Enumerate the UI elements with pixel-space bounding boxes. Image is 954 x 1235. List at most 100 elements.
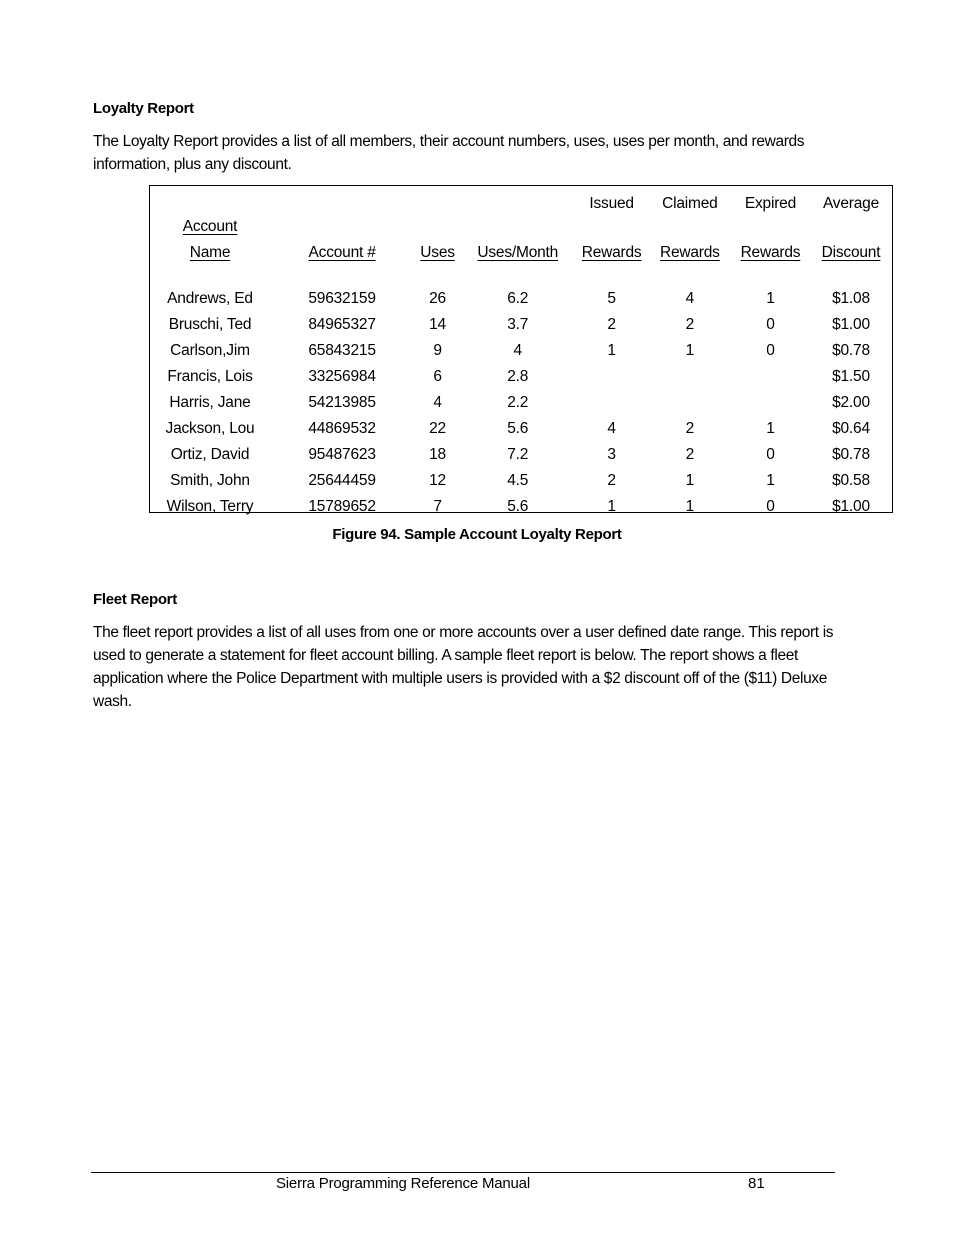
fleet-report-heading: Fleet Report [93, 591, 177, 608]
cell-uses: 14 [429, 316, 446, 333]
cell-claimed-rewards: 1 [685, 498, 695, 515]
cell-average-discount: $0.58 [832, 472, 870, 489]
footer-divider [91, 1172, 835, 1173]
header-issued-bottom: Rewards [581, 244, 642, 261]
cell-account-number: 84965327 [308, 316, 376, 333]
footer-page-number: 81 [748, 1175, 765, 1192]
cell-issued-rewards: 1 [607, 342, 616, 359]
fleet-report-description: The fleet report provides a list of all … [93, 624, 834, 710]
cell-uses: 26 [429, 290, 446, 307]
cell-claimed-rewards: 4 [685, 290, 695, 307]
header-expired-top: Expired [744, 195, 797, 212]
header-name-line1: Account [182, 218, 238, 235]
cell-account-name: Carlson,Jim [170, 342, 250, 359]
cell-expired-rewards: 1 [766, 290, 775, 307]
cell-account-number: 59632159 [308, 290, 376, 307]
cell-account-number: 95487623 [308, 446, 376, 463]
header-uses: Uses [420, 244, 455, 261]
cell-account-name: Wilson, Terry [166, 498, 254, 515]
cell-expired-rewards: 1 [766, 472, 775, 489]
header-claimed-bottom: Rewards [659, 244, 720, 261]
cell-account-name: Jackson, Lou [165, 420, 255, 437]
cell-uses: 4 [433, 394, 442, 411]
cell-account-name: Andrews, Ed [167, 290, 253, 307]
cell-claimed-rewards [649, 390, 731, 416]
cell-uses-per-month: 7.2 [507, 446, 529, 463]
table-row: Francis, Lois 33256984 6 2.8 $1.50 [150, 364, 892, 390]
cell-expired-rewards: 0 [766, 316, 775, 333]
header-row-bottom: Name Account # Uses Uses/Month Rewards R… [150, 236, 892, 262]
cell-issued-rewards [574, 390, 648, 416]
cell-claimed-rewards: 2 [685, 446, 695, 463]
cell-uses-per-month: 4 [513, 342, 523, 359]
cell-average-discount: $1.08 [832, 290, 870, 307]
loyalty-report-figure: Issued Claimed Expired Average Account N… [149, 185, 893, 515]
cell-uses: 7 [433, 498, 442, 515]
cell-expired-rewards: 0 [766, 498, 775, 515]
cell-issued-rewards: 2 [607, 472, 616, 489]
cell-uses-per-month: 5.6 [507, 420, 529, 437]
table-row: Ortiz, David 95487623 18 7.2 3 2 0 $0.78 [150, 442, 892, 468]
table-row: Harris, Jane 54213985 4 2.2 $2.00 [150, 390, 892, 416]
cell-uses: 18 [429, 446, 446, 463]
cell-account-name: Bruschi, Ted [168, 316, 252, 333]
table-row: Wilson, Terry 15789652 7 5.6 1 1 0 $1.00 [150, 494, 892, 520]
cell-expired-rewards [731, 390, 810, 416]
cell-expired-rewards: 0 [766, 446, 775, 463]
cell-account-number: 15789652 [308, 498, 376, 515]
cell-issued-rewards [574, 364, 648, 390]
table-row: Bruschi, Ted 84965327 14 3.7 2 2 0 $1.00 [150, 312, 892, 338]
cell-uses: 12 [429, 472, 446, 489]
cell-uses-per-month: 2.8 [507, 368, 529, 385]
cell-account-number: 65843215 [308, 342, 376, 359]
header-name-line2: Name [189, 244, 231, 261]
header-claimed-top: Claimed [662, 195, 718, 212]
header-uses-month: Uses/Month [477, 244, 559, 261]
cell-uses: 6 [433, 368, 442, 385]
cell-average-discount: $0.78 [832, 446, 870, 463]
loyalty-report-heading: Loyalty Report [93, 100, 194, 117]
cell-uses: 9 [433, 342, 442, 359]
table-row: Smith, John 25644459 12 4.5 2 1 1 $0.58 [150, 468, 892, 494]
cell-uses: 22 [429, 420, 446, 437]
cell-issued-rewards: 1 [607, 498, 616, 515]
header-account: Account # [308, 244, 376, 261]
header-issued-top: Issued [589, 195, 634, 212]
header-row-top: Issued Claimed Expired Average [150, 186, 892, 213]
table-row: Andrews, Ed 59632159 26 6.2 5 4 1 $1.08 [150, 286, 892, 312]
header-discount-bottom: Discount [821, 244, 881, 261]
cell-average-discount: $1.00 [832, 316, 870, 333]
cell-average-discount: $2.00 [832, 394, 870, 411]
table-row: Jackson, Lou 44869532 22 5.6 4 2 1 $0.64 [150, 416, 892, 442]
report-body: Andrews, Ed 59632159 26 6.2 5 4 1 $1.08 Bruschi,… [150, 286, 892, 520]
cell-expired-rewards: 1 [766, 420, 775, 437]
loyalty-report-table: Issued Claimed Expired Average Account N… [150, 186, 892, 520]
cell-uses-per-month: 3.7 [507, 316, 529, 333]
cell-account-name: Harris, Jane [169, 394, 251, 411]
cell-average-discount: $1.00 [832, 498, 870, 515]
cell-uses-per-month: 6.2 [507, 290, 529, 307]
cell-claimed-rewards: 1 [685, 472, 695, 489]
cell-issued-rewards: 4 [607, 420, 616, 437]
cell-uses-per-month: 4.5 [507, 472, 529, 489]
cell-account-name: Ortiz, David [170, 446, 250, 463]
cell-uses-per-month: 5.6 [507, 498, 529, 515]
cell-average-discount: $1.50 [832, 368, 870, 385]
cell-claimed-rewards [649, 364, 731, 390]
cell-account-number: 54213985 [308, 394, 376, 411]
header-discount-top: Average [822, 195, 879, 212]
header-expired-bottom: Rewards [740, 244, 801, 261]
cell-claimed-rewards: 2 [685, 420, 695, 437]
cell-account-name: Francis, Lois [167, 368, 253, 385]
table-row: Carlson,Jim 65843215 9 4 1 1 0 $0.78 [150, 338, 892, 364]
cell-claimed-rewards: 2 [685, 316, 695, 333]
header-row-middle: Account [150, 213, 892, 236]
cell-account-number: 25644459 [308, 472, 376, 489]
cell-issued-rewards: 3 [607, 446, 616, 463]
cell-account-number: 44869532 [308, 420, 376, 437]
cell-claimed-rewards: 1 [685, 342, 695, 359]
cell-average-discount: $0.78 [832, 342, 870, 359]
figure-caption: Figure 94. Sample Account Loyalty Report [332, 526, 622, 543]
cell-expired-rewards: 0 [766, 342, 775, 359]
cell-issued-rewards: 5 [607, 290, 616, 307]
